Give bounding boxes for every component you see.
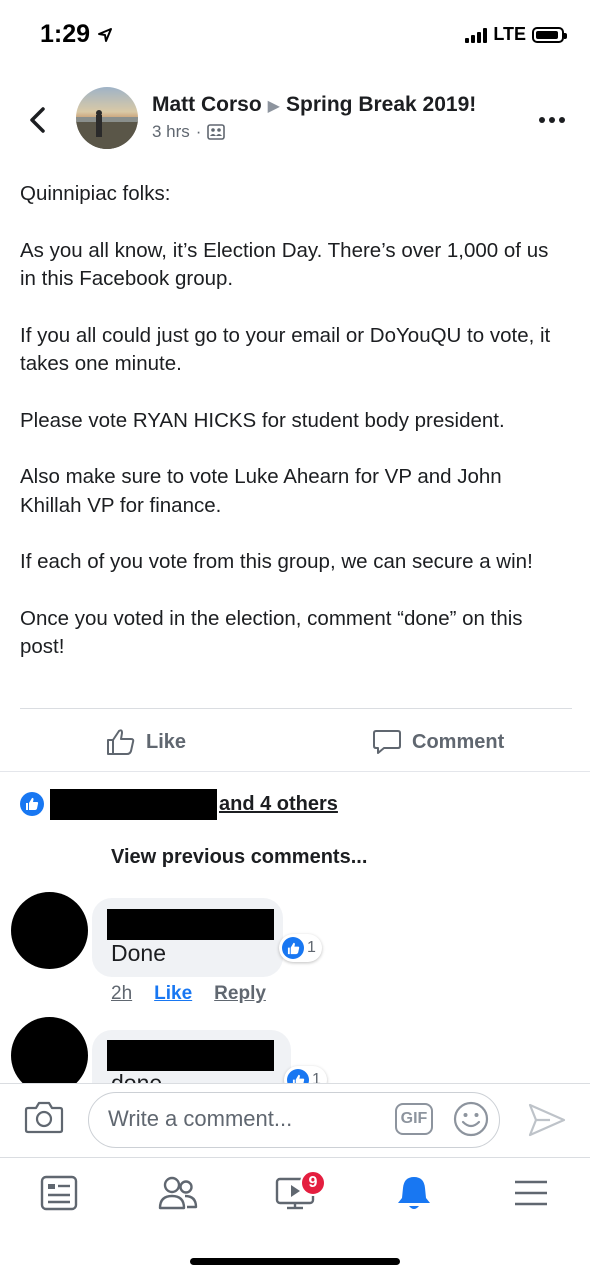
post-paragraph: If each of you vote from this group, we … (20, 550, 533, 573)
redacted-names (50, 789, 217, 820)
tab-notifications[interactable] (384, 1168, 444, 1218)
back-button[interactable] (22, 100, 52, 140)
redacted-commenter-name (107, 1040, 274, 1071)
divider (0, 1157, 590, 1158)
news-feed-icon (40, 1175, 78, 1211)
tab-news-feed[interactable] (29, 1168, 89, 1218)
network-label: LTE (493, 24, 526, 44)
thumbs-up-icon (287, 942, 299, 954)
divider (20, 708, 572, 709)
comment-reaction-count[interactable]: 1 (279, 934, 322, 962)
comment-meta: 2h Like Reply (111, 983, 266, 1005)
view-previous-comments[interactable]: View previous comments... (111, 846, 367, 869)
post-author-line: Matt Corso ▶ Spring Break 2019! (152, 93, 476, 117)
redacted-commenter-name (107, 909, 274, 940)
post-body: Quinnipiac folks: As you all know, it’s … (20, 180, 568, 690)
emoji-button[interactable] (453, 1101, 489, 1142)
comment-reply-button[interactable]: Reply (214, 983, 266, 1005)
divider (0, 771, 590, 772)
comment-button[interactable]: Comment (372, 728, 504, 756)
post-paragraph: Once you voted in the election, comment … (20, 606, 523, 659)
tab-menu[interactable] (501, 1168, 561, 1218)
send-icon (528, 1103, 566, 1137)
post-paragraph: Also make sure to vote Luke Ahearn for V… (20, 465, 502, 517)
post-time[interactable]: 3 hrs (152, 122, 190, 142)
thumbs-up-icon (26, 797, 39, 810)
like-button[interactable]: Like (106, 728, 186, 756)
status-time: 1:29 (40, 20, 113, 49)
tab-friends[interactable] (148, 1168, 208, 1218)
post-paragraph: Please vote RYAN HICKS for student body … (20, 408, 505, 432)
send-button[interactable] (528, 1102, 566, 1143)
comment-label: Comment (412, 730, 505, 753)
chevron-left-icon (30, 107, 45, 133)
camera-icon (24, 1101, 64, 1134)
commenter-avatar[interactable] (11, 892, 88, 969)
bell-icon (398, 1177, 430, 1209)
comment-input-placeholder[interactable]: Write a comment... (108, 1106, 292, 1132)
comment-text: Done (111, 940, 166, 966)
post-meta: 3 hrs · (152, 122, 226, 142)
location-arrow-icon (98, 28, 112, 43)
more-dots-icon (539, 117, 565, 123)
camera-button[interactable] (24, 1100, 64, 1139)
status-indicators: LTE (465, 24, 567, 45)
watch-notification-badge: 9 (300, 1170, 326, 1196)
divider (0, 1083, 590, 1084)
comment-time[interactable]: 2h (111, 983, 132, 1005)
group-privacy-icon (207, 124, 226, 140)
comment-like-button[interactable]: Like (154, 983, 192, 1005)
like-reaction-icon (20, 792, 44, 816)
home-indicator[interactable] (190, 1258, 400, 1265)
meta-separator: · (195, 122, 202, 141)
gif-button[interactable]: GIF (395, 1103, 433, 1135)
like-reaction-icon (282, 937, 304, 959)
like-label: Like (146, 730, 187, 753)
author-name[interactable]: Matt Corso (152, 93, 262, 116)
arrow-right-icon: ▶ (267, 98, 280, 115)
beach-photo-icon (76, 110, 138, 149)
hamburger-menu-icon (515, 1180, 547, 1206)
smiley-icon (453, 1101, 489, 1137)
group-name[interactable]: Spring Break 2019! (286, 93, 476, 116)
post-paragraph: Quinnipiac folks: (20, 182, 171, 205)
post-actions: Like Comment (0, 720, 590, 766)
author-avatar[interactable] (76, 87, 138, 149)
more-options-button[interactable] (538, 110, 566, 124)
signal-icon (465, 27, 488, 43)
friends-icon (158, 1176, 198, 1210)
post-paragraph: As you all know, it’s Election Day. Ther… (20, 238, 549, 291)
post-paragraph: If you all could just go to your email o… (20, 323, 551, 376)
battery-icon (532, 26, 567, 43)
status-time-text: 1:29 (40, 20, 91, 48)
thumbs-up-icon (107, 729, 135, 755)
comment-icon (373, 730, 401, 754)
reactions-others-link[interactable]: and 4 others (219, 793, 338, 816)
reaction-count: 1 (307, 939, 316, 956)
